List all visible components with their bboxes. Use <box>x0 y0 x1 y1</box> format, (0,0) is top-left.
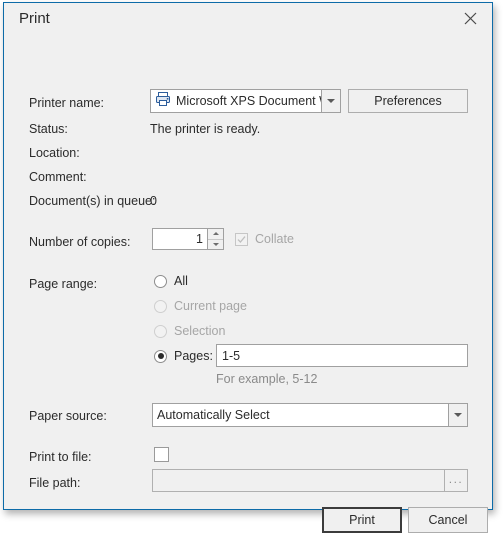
radio-all-label: All <box>174 274 188 288</box>
close-icon <box>464 12 477 25</box>
status-label: Status: <box>29 122 68 136</box>
radio-selection: Selection <box>154 324 225 338</box>
radio-all[interactable]: All <box>154 274 188 288</box>
cancel-button[interactable]: Cancel <box>408 507 488 533</box>
preferences-button[interactable]: Preferences <box>348 89 468 113</box>
printer-select-field: Microsoft XPS Document Wr... <box>151 91 321 112</box>
printer-icon <box>155 91 171 112</box>
copies-decrement-button[interactable] <box>208 239 223 249</box>
triangle-up-icon <box>212 232 219 236</box>
copies-increment-button[interactable] <box>208 229 223 240</box>
file-path-field-group: ... <box>152 469 468 492</box>
print-to-file-checkbox[interactable] <box>154 447 169 462</box>
pages-hint: For example, 5-12 <box>216 372 318 386</box>
printer-select-value: Microsoft XPS Document Wr... <box>176 94 321 108</box>
radio-current-page: Current page <box>154 299 247 313</box>
radio-pages-label: Pages: <box>174 349 213 363</box>
queue-value: 0 <box>150 194 157 208</box>
radio-all-circle <box>154 274 167 288</box>
pages-input[interactable]: 1-5 <box>216 344 468 367</box>
radio-current-page-circle <box>154 299 167 313</box>
printer-dropdown-button[interactable] <box>321 90 340 112</box>
close-button[interactable] <box>448 3 492 34</box>
comment-label: Comment: <box>29 170 87 184</box>
print-to-file-checkbox-box <box>154 447 169 462</box>
copies-stepper[interactable]: 1 <box>152 228 224 250</box>
location-label: Location: <box>29 146 80 160</box>
status-value: The printer is ready. <box>150 122 261 136</box>
file-path-browse-button: ... <box>444 469 468 492</box>
paper-source-field: Automatically Select <box>153 408 448 422</box>
radio-pages[interactable]: Pages: <box>154 349 213 363</box>
paper-source-dropdown-button[interactable] <box>448 404 467 426</box>
printer-name-label: Printer name: <box>29 96 105 110</box>
copies-input[interactable]: 1 <box>152 228 207 250</box>
paper-source-label: Paper source: <box>29 409 107 423</box>
collate-checkbox-box <box>235 232 248 246</box>
print-dialog: Print Printer name: Microsoft XPS Docume… <box>3 2 493 533</box>
print-to-file-label: Print to file: <box>29 450 92 464</box>
file-path-input <box>152 469 444 492</box>
check-icon <box>237 235 246 243</box>
file-path-label: File path: <box>29 476 81 490</box>
queue-label: Document(s) in queue: <box>29 194 156 208</box>
printer-select[interactable]: Microsoft XPS Document Wr... <box>150 89 341 113</box>
paper-source-value: Automatically Select <box>157 408 270 422</box>
chevron-down-icon <box>327 99 335 103</box>
page-range-label: Page range: <box>29 277 98 291</box>
paper-source-select[interactable]: Automatically Select <box>152 403 468 427</box>
radio-current-page-label: Current page <box>174 299 247 313</box>
radio-pages-circle <box>154 349 167 363</box>
copies-label: Number of copies: <box>29 235 131 249</box>
collate-label: Collate <box>255 232 294 246</box>
radio-pages-dot <box>157 353 164 359</box>
radio-selection-label: Selection <box>174 324 226 338</box>
chevron-down-icon <box>454 413 462 417</box>
window-title: Print <box>19 10 50 27</box>
radio-selection-circle <box>154 324 167 338</box>
collate-checkbox: Collate <box>235 232 294 246</box>
triangle-down-icon <box>212 242 219 246</box>
print-button[interactable]: Print <box>322 507 402 533</box>
copies-spin-buttons[interactable] <box>207 228 224 250</box>
title-bar: Print <box>4 3 492 39</box>
